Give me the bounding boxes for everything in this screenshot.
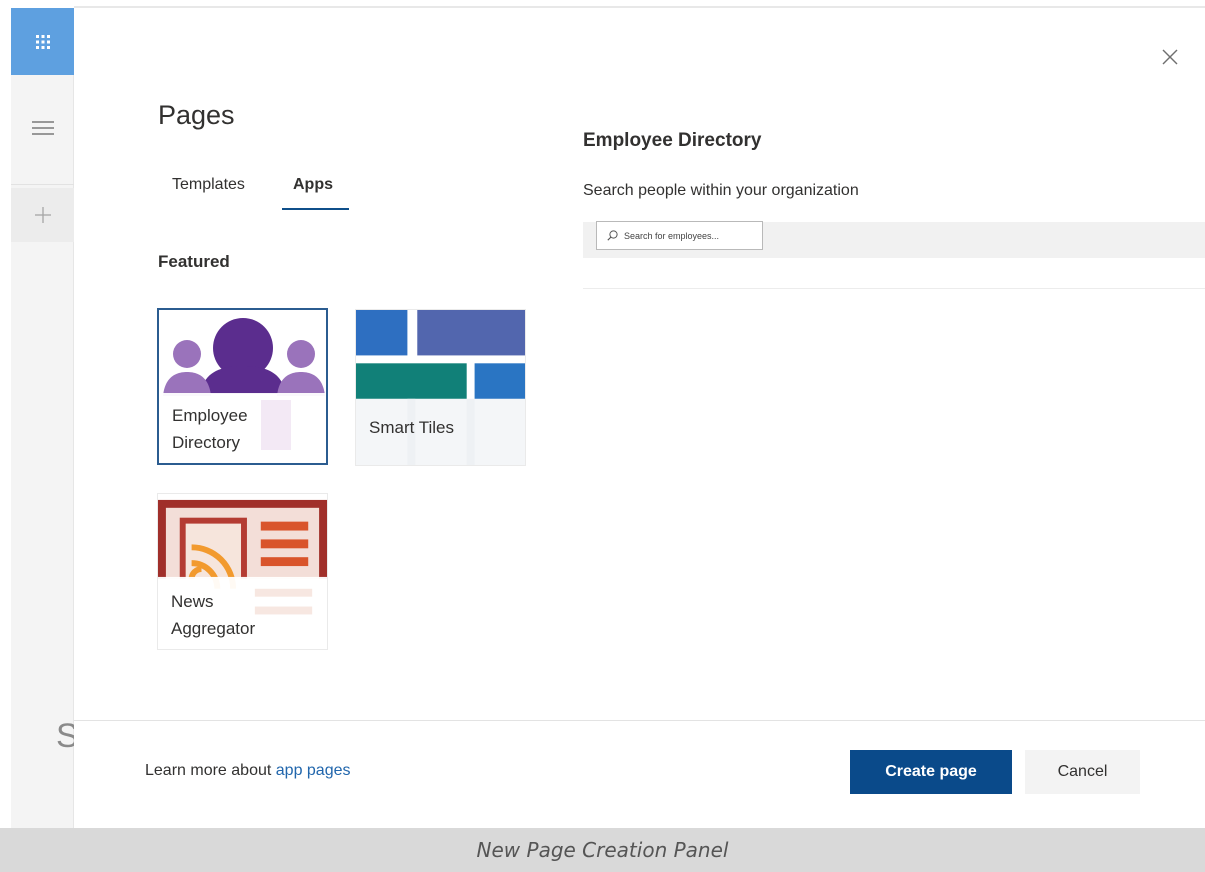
caption-bar: New Page Creation Panel bbox=[0, 828, 1205, 872]
app-pages-link[interactable]: app pages bbox=[276, 762, 351, 779]
tile-label: Smart Tiles bbox=[369, 418, 455, 437]
learn-more-prefix: Learn more about bbox=[145, 762, 272, 779]
tile-employee-directory[interactable]: Employee Directory bbox=[157, 308, 328, 465]
close-icon[interactable] bbox=[1159, 46, 1181, 68]
plus-icon[interactable] bbox=[11, 190, 74, 240]
window-left-edge bbox=[0, 0, 11, 828]
tile-smart-tiles[interactable]: Smart Tiles bbox=[355, 309, 526, 466]
cancel-button[interactable]: Cancel bbox=[1025, 750, 1140, 794]
preview-title: Employee Directory bbox=[583, 130, 762, 151]
learn-more-text: Learn more about app pages bbox=[145, 762, 351, 780]
preview-divider bbox=[583, 288, 1205, 289]
search-field[interactable] bbox=[596, 221, 763, 250]
waffle-icon[interactable] bbox=[11, 8, 74, 75]
preview-description: Search people within your organization bbox=[583, 182, 859, 199]
tab-templates[interactable]: Templates bbox=[172, 176, 245, 194]
tile-news-aggregator[interactable]: News Aggregator bbox=[157, 493, 328, 650]
page-title: Pages bbox=[158, 100, 235, 130]
new-page-panel: Pages Templates Apps Featured Employee D… bbox=[74, 8, 1205, 828]
left-rail bbox=[11, 8, 74, 828]
search-icon bbox=[607, 230, 618, 241]
caption-text: New Page Creation Panel bbox=[476, 838, 729, 862]
create-page-button[interactable]: Create page bbox=[850, 750, 1012, 794]
tile-label: Employee Directory bbox=[172, 406, 248, 452]
featured-heading: Featured bbox=[158, 252, 230, 271]
search-input[interactable] bbox=[624, 230, 754, 241]
rail-divider bbox=[11, 184, 74, 185]
tab-selected-indicator bbox=[282, 208, 349, 210]
footer-divider bbox=[74, 720, 1205, 721]
tile-label: News Aggregator bbox=[171, 592, 256, 638]
tiles-icon bbox=[356, 310, 525, 465]
tab-apps[interactable]: Apps bbox=[293, 176, 333, 194]
hamburger-icon[interactable] bbox=[11, 108, 74, 148]
